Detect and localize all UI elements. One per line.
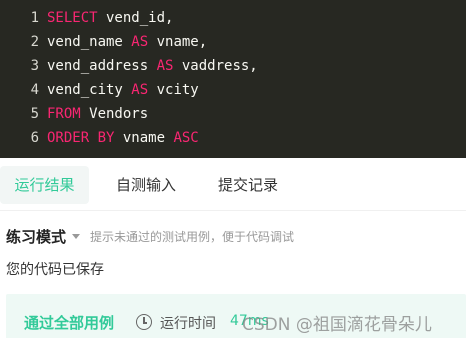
watermark: CSDN @祖国滴花骨朵儿 <box>242 315 432 335</box>
code-text: vname <box>114 130 174 146</box>
line-number: 2 <box>30 34 39 50</box>
pass-status: 通过全部用例 <box>24 314 115 332</box>
sql-keyword: SELECT <box>47 10 98 26</box>
code-text: vend_address <box>47 58 157 74</box>
sql-keyword: ASC <box>173 130 199 146</box>
line-number: 3 <box>30 58 39 74</box>
save-status: 您的代码已保存 <box>6 262 104 278</box>
code-line[interactable]: 1 SELECT vend_id, <box>0 6 466 30</box>
code-editor[interactable]: 1 SELECT vend_id, 2 vend_name AS vname, 3 ven… <box>0 0 466 158</box>
code-line[interactable]: 2 vend_name AS vname, <box>0 30 466 54</box>
sql-keyword: FROM <box>47 106 81 122</box>
line-number: 4 <box>30 82 39 98</box>
code-line[interactable]: 3 vend_address AS vaddress, <box>0 54 466 78</box>
sql-keyword: AS <box>156 58 174 74</box>
code-text: vend_name <box>47 34 132 50</box>
line-number: 6 <box>30 130 39 146</box>
tab-custom-input[interactable]: 自测输入 <box>101 166 191 204</box>
mode-title[interactable]: 练习模式 <box>6 226 66 247</box>
code-text: vend_city <box>47 82 132 98</box>
tab-run-result[interactable]: 运行结果 <box>0 166 89 204</box>
line-number: 5 <box>30 106 39 122</box>
code-text: vcity <box>148 82 199 98</box>
caret-down-icon[interactable] <box>72 233 81 239</box>
code-line[interactable]: 6 ORDER BY vname ASC <box>0 126 466 150</box>
sql-keyword: AS <box>131 34 149 50</box>
tab-submission-history[interactable]: 提交记录 <box>203 166 293 204</box>
runtime-label: 运行时间 <box>160 316 216 332</box>
result-banner: 通过全部用例 运行时间 47ms CSDN @祖国滴花骨朵儿 <box>6 294 466 338</box>
clock-icon <box>136 314 152 330</box>
sql-keyword: AS <box>131 82 149 98</box>
mode-selector[interactable]: 练习模式 提示未通过的测试用例，便于代码调试 <box>6 224 294 248</box>
code-text: vaddress, <box>173 58 258 74</box>
mode-hint: 提示未通过的测试用例，便于代码调试 <box>90 229 295 244</box>
code-line[interactable]: 5 FROM Vendors <box>0 102 466 126</box>
code-text: vname, <box>148 34 208 50</box>
code-line[interactable]: 4 vend_city AS vcity <box>0 78 466 102</box>
code-text: vend_id, <box>97 10 174 26</box>
line-number: 1 <box>30 10 39 26</box>
code-text: Vendors <box>80 106 149 122</box>
sql-keyword: ORDER BY <box>47 130 115 146</box>
result-tabs: 运行结果 自测输入 提交记录 <box>0 158 466 211</box>
